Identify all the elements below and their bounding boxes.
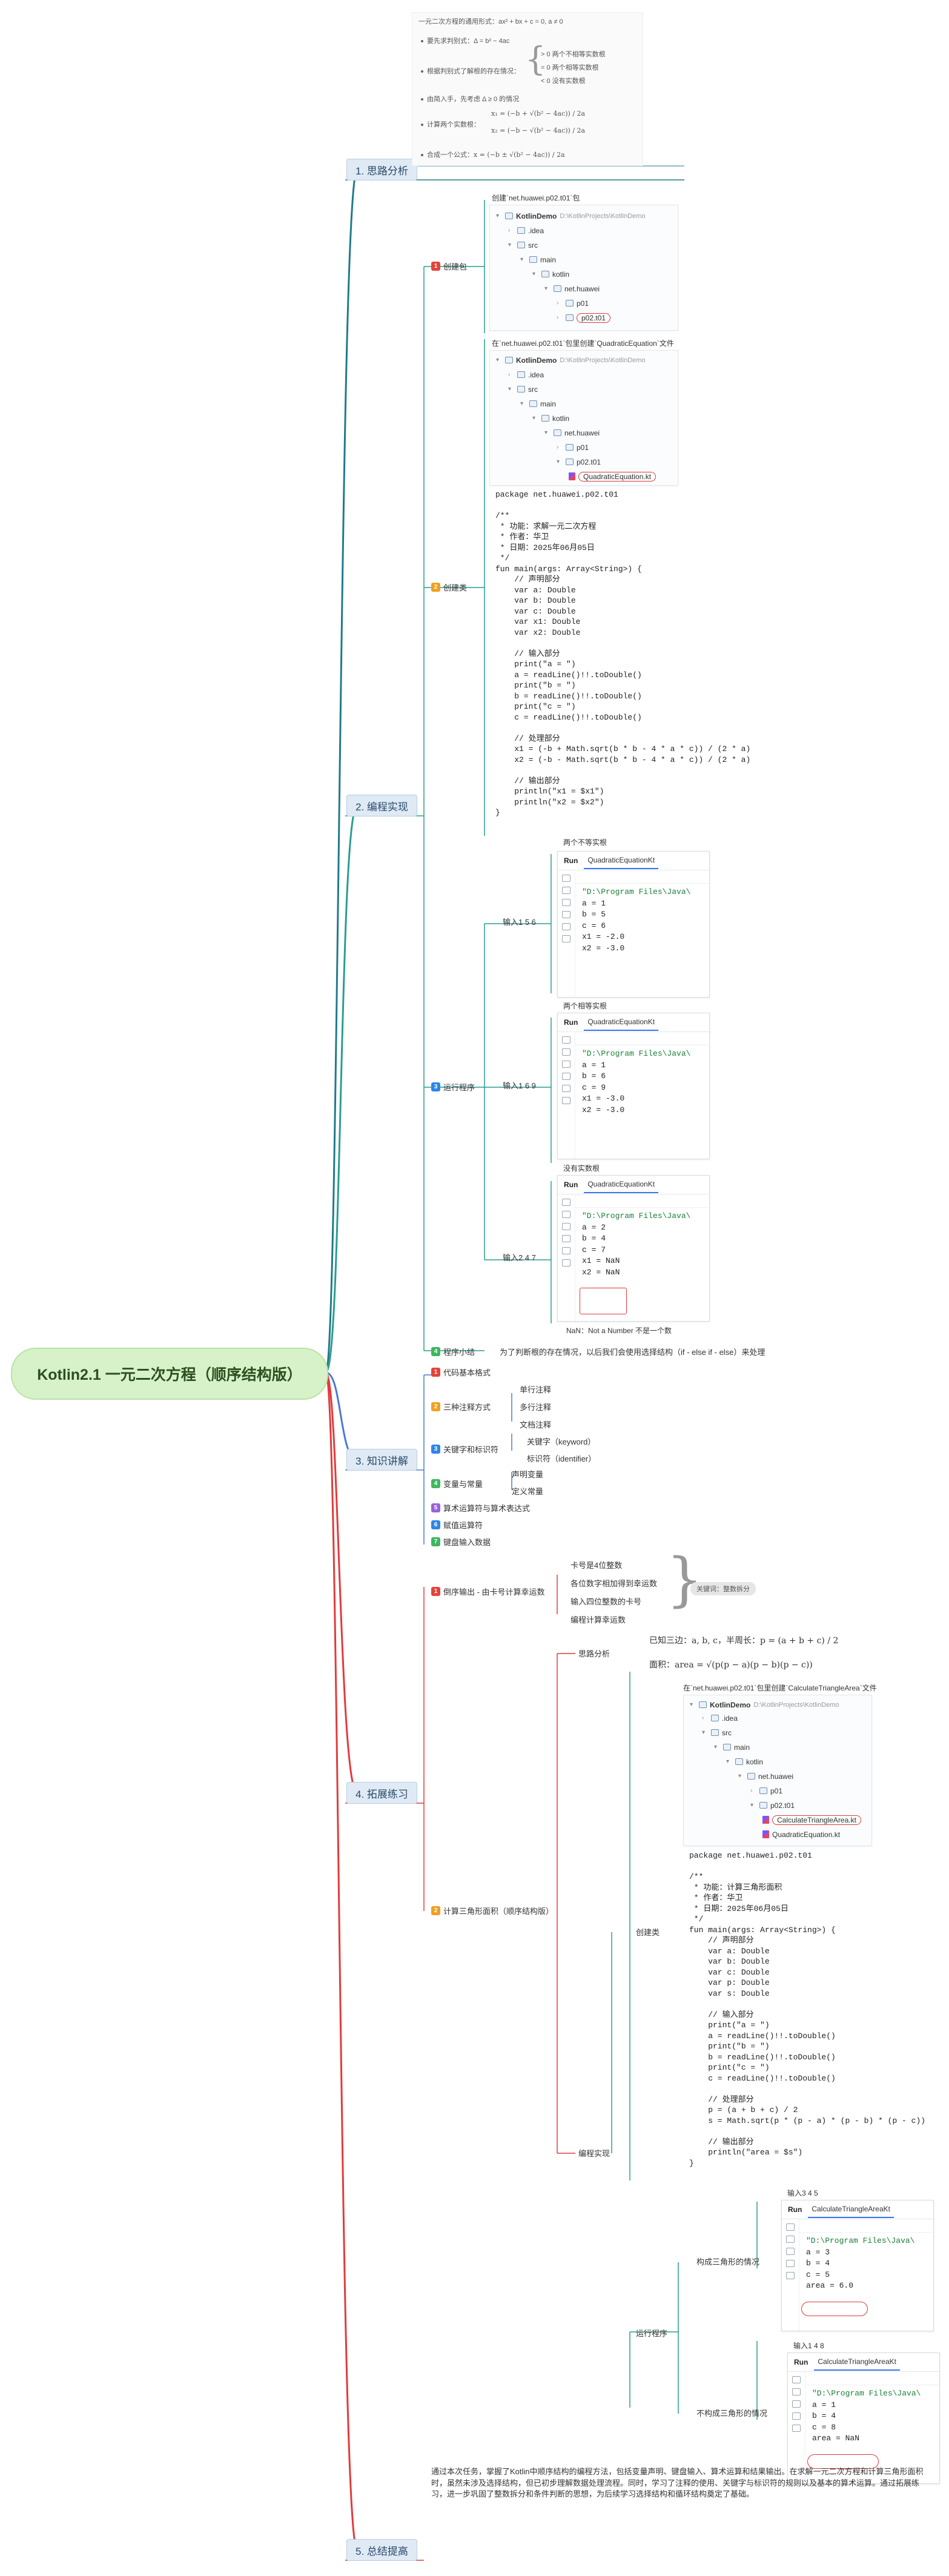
root-x1-formula: x₁ = (−b + √(b² − 4ac)) / 2a: [491, 110, 586, 118]
code-quadratic-equation: package net.huawei.p02.t01 /** * 功能：求解一元…: [495, 490, 751, 817]
node-triangle-run[interactable]: 运行程序: [636, 2327, 667, 2339]
run-window-1: Run QuadraticEquationKt "D:\Program Files…: [557, 851, 710, 998]
caption-create-class: 在`net.huawei.p02.t01`包里创建`QuadraticEquat…: [492, 339, 674, 348]
analysis-general-form: 一元二次方程的通用形式：ax² + bx + c = 0, a ≠ 0: [418, 18, 563, 25]
analysis-two-roots: 计算两个实数根：: [421, 119, 480, 129]
leaf-keyword: 关键字（keyword）: [527, 1437, 596, 1446]
leaf-doc-comment: 文档注释: [520, 1420, 552, 1429]
leaf-compute-lucky: 编程计算幸运数: [570, 1615, 626, 1624]
caption-input-345: 输入3 4 5: [787, 2189, 818, 2197]
section-practice[interactable]: 4. 拓展练习: [346, 1782, 417, 1804]
caption-run-1: 两个不等实根: [563, 838, 607, 847]
section-summary[interactable]: 5. 总结提高: [346, 2539, 417, 2561]
project-tree-2: ▾ KotlinDemo D:\KotlinProjects\KotlinDemo …: [489, 350, 678, 486]
analysis-root-cases: 根据判别式了解根的存在情况：: [421, 66, 520, 76]
node-variables-constants[interactable]: 4 变量与常量: [431, 1478, 483, 1489]
node-create-class[interactable]: 2 创建类: [431, 581, 467, 593]
run-window-2: Run QuadraticEquationKt "D:\Program Files…: [557, 1013, 710, 1159]
caption-run-3: 没有实数根: [563, 1164, 600, 1173]
node-run-program[interactable]: 3 运行程序: [431, 1081, 475, 1093]
node-assignment[interactable]: 6 赋值运算符: [431, 1519, 483, 1531]
node-input-1[interactable]: 输入1 5 6: [503, 916, 536, 927]
node-keyboard-input[interactable]: 7 键盘输入数据: [431, 1536, 491, 1548]
node-triangle-think[interactable]: 思路分析: [578, 1647, 610, 1659]
root-topic[interactable]: Kotlin2.1 一元二次方程（顺序结构版）: [11, 1348, 328, 1400]
caption-run-2: 两个相等实根: [563, 1002, 607, 1010]
leaf-identifier: 标识符（identifier）: [527, 1454, 597, 1463]
lucky-keyword-pill: 关键词：整数拆分: [690, 1582, 756, 1595]
node-code-format[interactable]: 1 代码基本格式: [431, 1366, 491, 1378]
project-tree-3: ▾ KotlinDemo D:\KotlinProjects\KotlinDemo …: [683, 1695, 872, 1846]
analysis-combined: 合成一个公式：x = (−b ± √(b² − 4ac)) / 2a: [421, 150, 565, 159]
node-triangle-create-class[interactable]: 创建类: [636, 1926, 660, 1938]
analysis-simplify: 由简入手，先考虑 Δ ≥ 0 的情况: [421, 94, 519, 104]
section-knowledge[interactable]: 3. 知识讲解: [346, 1449, 417, 1471]
caption-input-148: 输入1 4 8: [793, 2342, 824, 2350]
root-x2-formula: x₂ = (−b − √(b² − 4ac)) / 2a: [491, 127, 586, 134]
node-keywords-identifiers[interactable]: 3 关键字和标识符: [431, 1443, 498, 1455]
node-valid-triangle[interactable]: 构成三角形的情况: [696, 2256, 759, 2267]
caption-create-package: 创建`net.huawei.p02.t01`包: [492, 194, 580, 202]
node-program-summary[interactable]: 4 程序小结 为了判断根的存在情况，以后我们会使用选择结构（if - else if…: [431, 1346, 765, 1357]
section-implementation[interactable]: 2. 编程实现: [346, 795, 417, 816]
case-positive: > 0 两个不相等实数根: [541, 51, 606, 58]
leaf-single-line-comment: 单行注释: [520, 1385, 552, 1394]
lucky-brace: }: [666, 1546, 704, 1614]
node-lucky-number[interactable]: 1 倒序输出 - 由卡号计算幸运数: [431, 1586, 545, 1597]
node-arithmetic[interactable]: 5 算术运算符与算术表达式: [431, 1502, 530, 1514]
leaf-define-constant: 定义常量: [512, 1487, 544, 1496]
leaf-digit-sum: 各位数字相加得到幸运数: [570, 1579, 658, 1588]
node-create-package[interactable]: 1 创建包: [431, 260, 467, 272]
nan-highlight: [580, 1288, 627, 1314]
node-comments[interactable]: 2 三种注释方式: [431, 1401, 491, 1412]
project-tree-1: ▾ KotlinDemo D:\KotlinProjects\KotlinDemo …: [489, 205, 678, 331]
analysis-discriminant: 要先求判别式：Δ = b² − 4ac: [421, 36, 509, 45]
case-negative: < 0 没有实数根: [541, 78, 586, 85]
leaf-multi-line-comment: 多行注释: [520, 1403, 552, 1412]
area-result-highlight-1: [801, 2302, 868, 2316]
analysis-card: 一元二次方程的通用形式：ax² + bx + c = 0, a ≠ 0 要先求判…: [412, 12, 643, 166]
code-triangle-area: package net.huawei.p02.t01 /** * 功能：计算三角…: [689, 1851, 926, 2168]
node-triangle-code[interactable]: 编程实现: [578, 2147, 610, 2159]
section-analysis[interactable]: 1. 思路分析: [346, 159, 417, 180]
summary-text: 通过本次任务，掌握了Kotlin中顺序结构的编程方法，包括变量声明、键盘输入、算…: [431, 2467, 924, 2498]
node-input-2[interactable]: 输入1 6 9: [503, 1079, 536, 1091]
leaf-input-card: 输入四位整数的卡号: [570, 1597, 642, 1606]
node-triangle-area[interactable]: 2 计算三角形面积（顺序结构版）: [431, 1905, 554, 1916]
case-zero: = 0 两个相等实数根: [541, 64, 599, 71]
node-input-3[interactable]: 输入2 4 7: [503, 1251, 536, 1263]
node-invalid-triangle[interactable]: 不构成三角形的情况: [696, 2407, 767, 2419]
leaf-declare-variable: 声明变量: [512, 1470, 544, 1479]
triangle-formula: 已知三边：a, b, c，半周长：p = (a + b + c) / 2 面积：…: [649, 1636, 839, 1670]
leaf-card-4-digit: 卡号是4位整数: [570, 1561, 623, 1570]
caption-triangle-class: 在`net.huawei.p02.t01`包里创建`CalculateTrian…: [683, 1684, 877, 1692]
nan-note: NaN：Not a Number 不是一个数: [566, 1326, 672, 1335]
